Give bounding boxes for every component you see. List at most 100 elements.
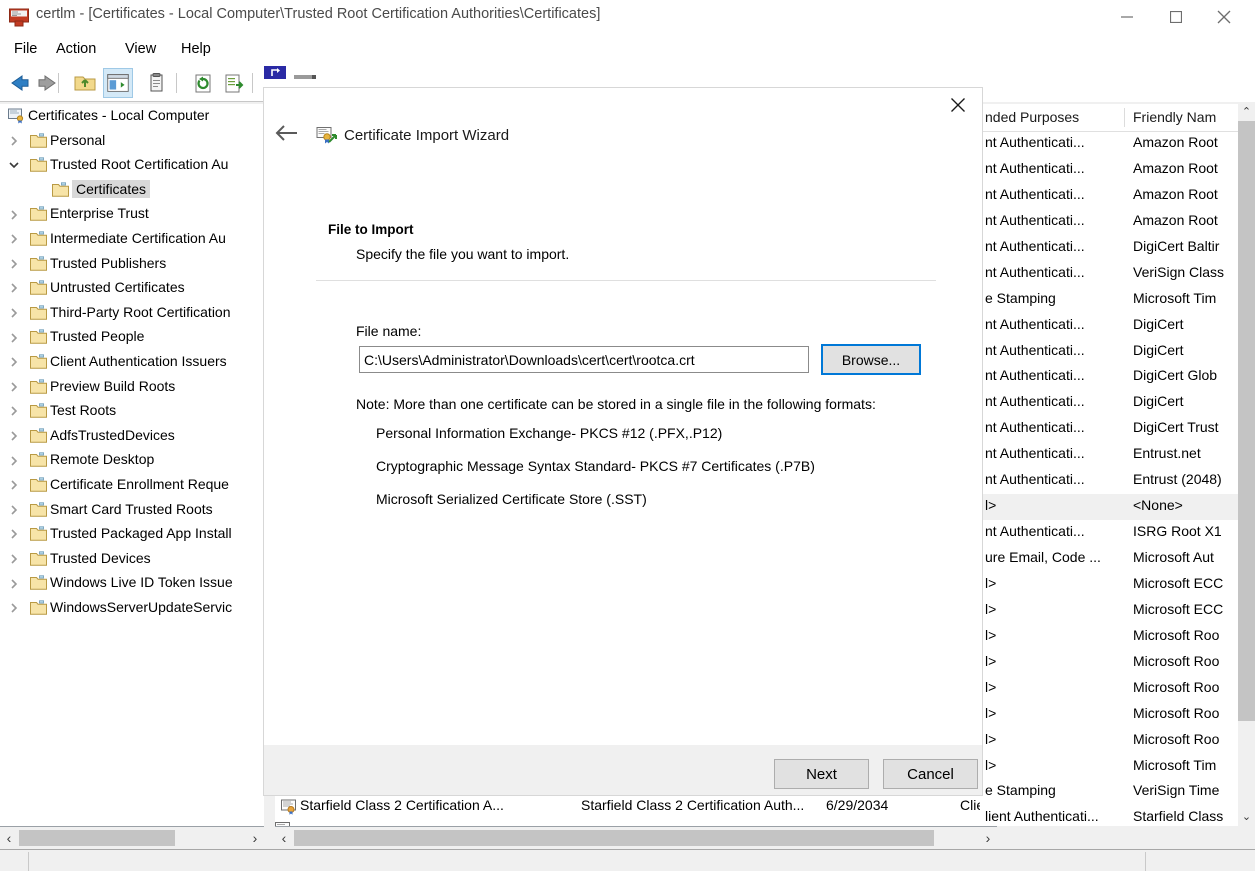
chevron-right-icon[interactable]	[6, 596, 22, 621]
table-row[interactable]: ure Email, Code ... Microsoft Aut	[980, 546, 1239, 572]
table-row[interactable]: l> Microsoft Roo	[980, 702, 1239, 728]
column-header-intended-purposes[interactable]: nded Purposes	[985, 109, 1079, 125]
tree-item-windows-live-id-token-issue[interactable]: Windows Live ID Token Issue	[0, 571, 264, 596]
list-scroll-thumb[interactable]	[294, 830, 934, 846]
table-row[interactable]: Starfield Class 2 Certification A... Sta…	[275, 794, 980, 820]
tree-item-enterprise-trust[interactable]: Enterprise Trust	[0, 202, 264, 227]
chevron-right-icon[interactable]	[6, 571, 22, 596]
tree-item-intermediate-certification-au[interactable]: Intermediate Certification Au	[0, 227, 264, 252]
tree-item-smart-card-trusted-roots[interactable]: Smart Card Trusted Roots	[0, 498, 264, 523]
up-folder-icon[interactable]	[70, 68, 100, 98]
chevron-right-icon[interactable]	[6, 399, 22, 424]
tree-item-remote-desktop[interactable]: Remote Desktop	[0, 448, 264, 473]
chevron-right-icon[interactable]	[6, 498, 22, 523]
table-row[interactable]: nt Authenticati... Amazon Root	[980, 131, 1239, 157]
scroll-up-arrow[interactable]: ⌃	[1238, 104, 1255, 121]
export-list-icon[interactable]	[219, 68, 249, 98]
tree-item-trusted-people[interactable]: Trusted People	[0, 325, 264, 350]
properties-icon[interactable]	[141, 68, 171, 98]
overflow-icon[interactable]	[294, 70, 320, 82]
chevron-right-icon[interactable]	[6, 424, 22, 449]
forward-icon[interactable]	[32, 68, 62, 98]
cancel-button[interactable]: Cancel	[883, 759, 978, 789]
chevron-right-icon[interactable]	[6, 350, 22, 375]
tree-item-trusted-devices[interactable]: Trusted Devices	[0, 547, 264, 572]
menu-view[interactable]: View	[119, 37, 162, 61]
menu-file[interactable]: File	[8, 37, 43, 61]
minimize-button[interactable]	[1104, 0, 1150, 34]
table-row[interactable]: nt Authenticati... DigiCert	[980, 339, 1239, 365]
scroll-down-arrow[interactable]: ⌄	[1238, 809, 1255, 826]
chevron-right-icon[interactable]	[6, 473, 22, 498]
list-rows[interactable]: nt Authenticati... Amazon Root nt Authenti…	[980, 131, 1239, 826]
close-button[interactable]	[1201, 0, 1247, 34]
table-row[interactable]: nt Authenticati... Amazon Root	[980, 183, 1239, 209]
table-row[interactable]: nt Authenticati... Amazon Root	[980, 209, 1239, 235]
table-row[interactable]: l> Microsoft ECC	[980, 598, 1239, 624]
show-hide-console-tree-icon[interactable]	[103, 68, 133, 98]
tree-item-adfstrusteddevices[interactable]: AdfsTrustedDevices	[0, 424, 264, 449]
dialog-back-button[interactable]	[274, 124, 310, 154]
table-row[interactable]: nt Authenticati... DigiCert	[980, 313, 1239, 339]
list-column-headers[interactable]: nded Purposes Friendly Nam	[980, 104, 1255, 132]
table-row[interactable]: nt Authenticati... DigiCert Baltir	[980, 235, 1239, 261]
table-row[interactable]: nt Authenticati... DigiCert Trust	[980, 416, 1239, 442]
chevron-right-icon[interactable]	[6, 375, 22, 400]
chevron-right-icon[interactable]	[6, 522, 22, 547]
tree-item-client-authentication-issuers[interactable]: Client Authentication Issuers	[0, 350, 264, 375]
dialog-close-button[interactable]	[936, 90, 980, 120]
chevron-right-icon[interactable]	[6, 301, 22, 326]
tree-horizontal-scrollbar[interactable]: ‹ ›	[0, 826, 264, 849]
tree-item-certificates[interactable]: Certificates	[0, 178, 264, 203]
tree-item-untrusted-certificates[interactable]: Untrusted Certificates	[0, 276, 264, 301]
list-scroll-left-arrow[interactable]: ‹	[275, 827, 293, 849]
table-row[interactable]: nt Authenticati... Amazon Root	[980, 157, 1239, 183]
help-icon[interactable]	[264, 66, 286, 84]
table-row[interactable]: l> Microsoft Roo	[980, 728, 1239, 754]
table-row[interactable]: l> Microsoft Roo	[980, 650, 1239, 676]
table-row[interactable]: nt Authenticati... DigiCert Glob	[980, 364, 1239, 390]
chevron-right-icon[interactable]	[6, 325, 22, 350]
maximize-button[interactable]	[1153, 0, 1199, 34]
chevron-right-icon[interactable]	[6, 202, 22, 227]
table-row[interactable]: l> Microsoft ECC	[980, 572, 1239, 598]
back-icon[interactable]	[5, 68, 35, 98]
column-divider[interactable]	[1124, 108, 1125, 127]
table-row[interactable]: nt Authenticati... Entrust (2048)	[980, 468, 1239, 494]
file-name-input[interactable]	[359, 346, 809, 373]
table-row[interactable]: l> Microsoft Roo	[980, 676, 1239, 702]
table-row[interactable]: l> Microsoft Tim	[980, 754, 1239, 780]
chevron-right-icon[interactable]	[6, 252, 22, 277]
chevron-right-icon[interactable]	[6, 129, 22, 154]
table-row[interactable]: l> Microsoft Roo	[980, 624, 1239, 650]
tree-item-trusted-root-certification-au[interactable]: Trusted Root Certification Au	[0, 153, 264, 178]
refresh-icon[interactable]	[188, 68, 218, 98]
list-horizontal-scrollbar[interactable]: ‹ ›	[275, 826, 997, 849]
tree-item-personal[interactable]: Personal	[0, 129, 264, 154]
tree-item-trusted-packaged-app-install[interactable]: Trusted Packaged App Install	[0, 522, 264, 547]
column-header-friendly-name[interactable]: Friendly Nam	[1133, 109, 1216, 125]
table-row[interactable]: nt Authenticati... Entrust.net	[980, 442, 1239, 468]
table-row[interactable]: e Stamping VeriSign Time	[980, 779, 1239, 805]
menu-action[interactable]: Action	[50, 37, 102, 61]
chevron-right-icon[interactable]	[6, 547, 22, 572]
chevron-right-icon[interactable]	[6, 448, 22, 473]
chevron-right-icon[interactable]	[6, 276, 22, 301]
next-button[interactable]: Next	[774, 759, 869, 789]
table-row[interactable]: nt Authenticati... DigiCert	[980, 390, 1239, 416]
certificates-columns-pane[interactable]: nded Purposes Friendly Nam nt Authentica…	[980, 104, 1255, 826]
tree-item-preview-build-roots[interactable]: Preview Build Roots	[0, 375, 264, 400]
tree-item-certificate-enrollment-reque[interactable]: Certificate Enrollment Reque	[0, 473, 264, 498]
scroll-thumb[interactable]	[1238, 121, 1255, 721]
tree-scroll-thumb[interactable]	[19, 830, 175, 846]
list-vertical-scrollbar[interactable]: ⌃ ⌄	[1238, 104, 1255, 826]
chevron-down-icon[interactable]	[6, 153, 22, 178]
table-row[interactable]: e Stamping Microsoft Tim	[980, 287, 1239, 313]
chevron-right-icon[interactable]	[6, 227, 22, 252]
tree-item-windowsserverupdateservic[interactable]: WindowsServerUpdateServic	[0, 596, 264, 621]
list-scroll-right-arrow[interactable]: ›	[979, 827, 997, 849]
tree-item-third-party-root-certification[interactable]: Third-Party Root Certification	[0, 301, 264, 326]
table-row[interactable]: nt Authenticati... ISRG Root X1	[980, 520, 1239, 546]
tree-scroll-left-arrow[interactable]: ‹	[0, 827, 18, 849]
tree-item-trusted-publishers[interactable]: Trusted Publishers	[0, 252, 264, 277]
